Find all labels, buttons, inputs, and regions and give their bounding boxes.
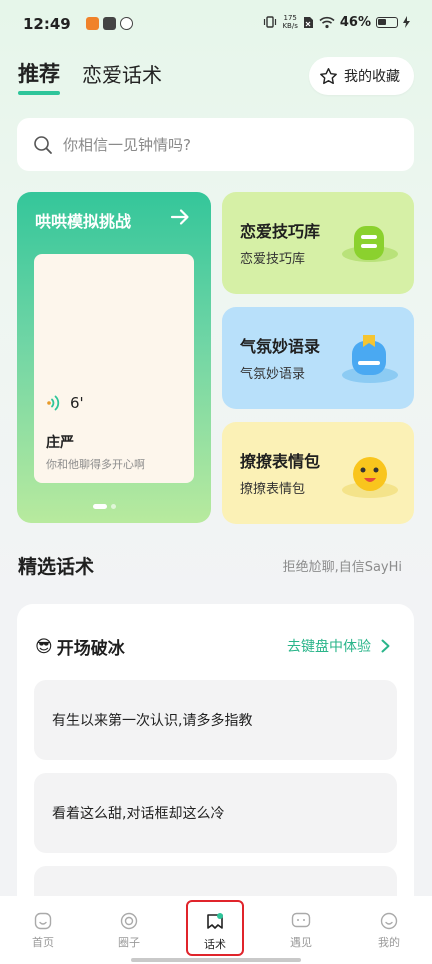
feature-card-title: 恋爱技巧库 (240, 222, 321, 241)
nav-item-profile[interactable]: 我的 (346, 896, 432, 964)
tab-love-phrases[interactable]: 恋爱话术 (82, 59, 162, 94)
status-indicators: 175 KB/s 46% (263, 14, 410, 30)
tab-recommend[interactable]: 推荐 (18, 58, 60, 95)
smiley-mascot-icon (342, 457, 398, 498)
nav-label: 首页 (32, 936, 54, 949)
gesture-home-bar[interactable] (131, 958, 301, 962)
nav-label: 我的 (378, 936, 400, 949)
feature-card-title: 撩撩表情包 (240, 452, 321, 471)
nav-label: 圈子 (118, 936, 140, 949)
battery-percent: 46% (339, 14, 371, 30)
status-time: 12:49 (23, 15, 71, 33)
phrase-panel: 😎 开场破冰 去键盘中体验 有生以来第一次认识,请多多指教 看着这么甜,对话框却… (17, 604, 414, 946)
search-placeholder: 你相信一见钟情吗? (63, 136, 191, 154)
chevron-right-icon (381, 639, 390, 653)
voice-duration: 6' (70, 394, 84, 412)
feature-card-title: 气氛妙语录 (240, 337, 321, 356)
feature-card-subtitle: 气氛妙语录 (240, 367, 306, 382)
book-mascot-icon (342, 226, 398, 262)
meet-icon (291, 912, 311, 928)
wifi-icon (319, 16, 335, 28)
carousel-dot (111, 504, 116, 509)
try-in-keyboard-link[interactable]: 去键盘中体验 (287, 636, 390, 656)
panel-title: 开场破冰 (56, 639, 125, 659)
feature-card-stickers[interactable]: 撩撩表情包 撩撩表情包 (222, 422, 414, 524)
status-bar: 12:49 175 KB/s 46% (0, 0, 432, 50)
voice-message[interactable]: 6' (46, 394, 84, 412)
challenge-card[interactable]: 哄哄模拟挑战 6' 庄严 你和他聊得多开心啊 (17, 192, 211, 523)
my-favorites-button[interactable]: 我的收藏 (309, 57, 414, 95)
phrase-item[interactable]: 看着这么甜,对话框却这么冷 (34, 773, 397, 853)
circle-icon (120, 912, 138, 930)
section-title: 精选话术 (18, 556, 95, 578)
nav-item-circle[interactable]: 圈子 (86, 896, 172, 964)
persona-subtitle: 你和他聊得多开心啊 (46, 458, 145, 471)
battery-icon (376, 16, 398, 28)
nav-label: 遇见 (290, 936, 312, 949)
arrow-right-icon[interactable] (169, 206, 191, 228)
charging-icon (403, 16, 410, 28)
vibrate-icon (264, 16, 277, 28)
section-subtitle: 拒绝尬聊,自信SayHi (282, 560, 402, 575)
phrase-item[interactable]: 有生以来第一次认识,请多多指教 (34, 680, 397, 760)
feature-card-quotes[interactable]: 气氛妙语录 气氛妙语录 (222, 307, 414, 409)
home-icon (34, 912, 52, 930)
feature-card-tips[interactable]: 恋爱技巧库 恋爱技巧库 (222, 192, 414, 294)
top-tabs: 推荐 恋爱话术 (18, 58, 162, 95)
challenge-title: 哄哄模拟挑战 (35, 212, 132, 231)
carousel-indicator (93, 504, 116, 509)
network-speed: 175 KB/s (282, 14, 298, 30)
try-in-keyboard-label: 去键盘中体验 (287, 639, 371, 655)
voice-wave-icon (47, 395, 60, 411)
carousel-dot (93, 504, 107, 509)
app-notification-icon (86, 17, 99, 30)
chat-preview-card[interactable]: 6' 庄严 你和他聊得多开心啊 (34, 254, 194, 483)
sunglasses-emoji-icon: 😎 (35, 636, 53, 657)
sim-icon (303, 16, 313, 28)
star-icon (320, 67, 337, 84)
panel-heading: 😎 开场破冰 (35, 634, 125, 660)
bubble-mascot-icon (342, 335, 398, 383)
persona-name: 庄严 (46, 435, 74, 451)
nav-item-meet[interactable]: 遇见 (258, 896, 344, 964)
profile-icon (380, 912, 398, 930)
app-notification-icon (120, 17, 133, 30)
app-notification-icon (103, 17, 116, 30)
search-bar[interactable]: 你相信一见钟情吗? (17, 118, 414, 171)
nav-item-home[interactable]: 首页 (0, 896, 86, 964)
notification-icons (86, 17, 133, 30)
feature-card-subtitle: 撩撩表情包 (240, 482, 306, 497)
feature-card-subtitle: 恋爱技巧库 (240, 252, 306, 267)
search-icon (34, 135, 52, 154)
highlight-box (186, 900, 244, 956)
my-favorites-label: 我的收藏 (344, 69, 400, 85)
